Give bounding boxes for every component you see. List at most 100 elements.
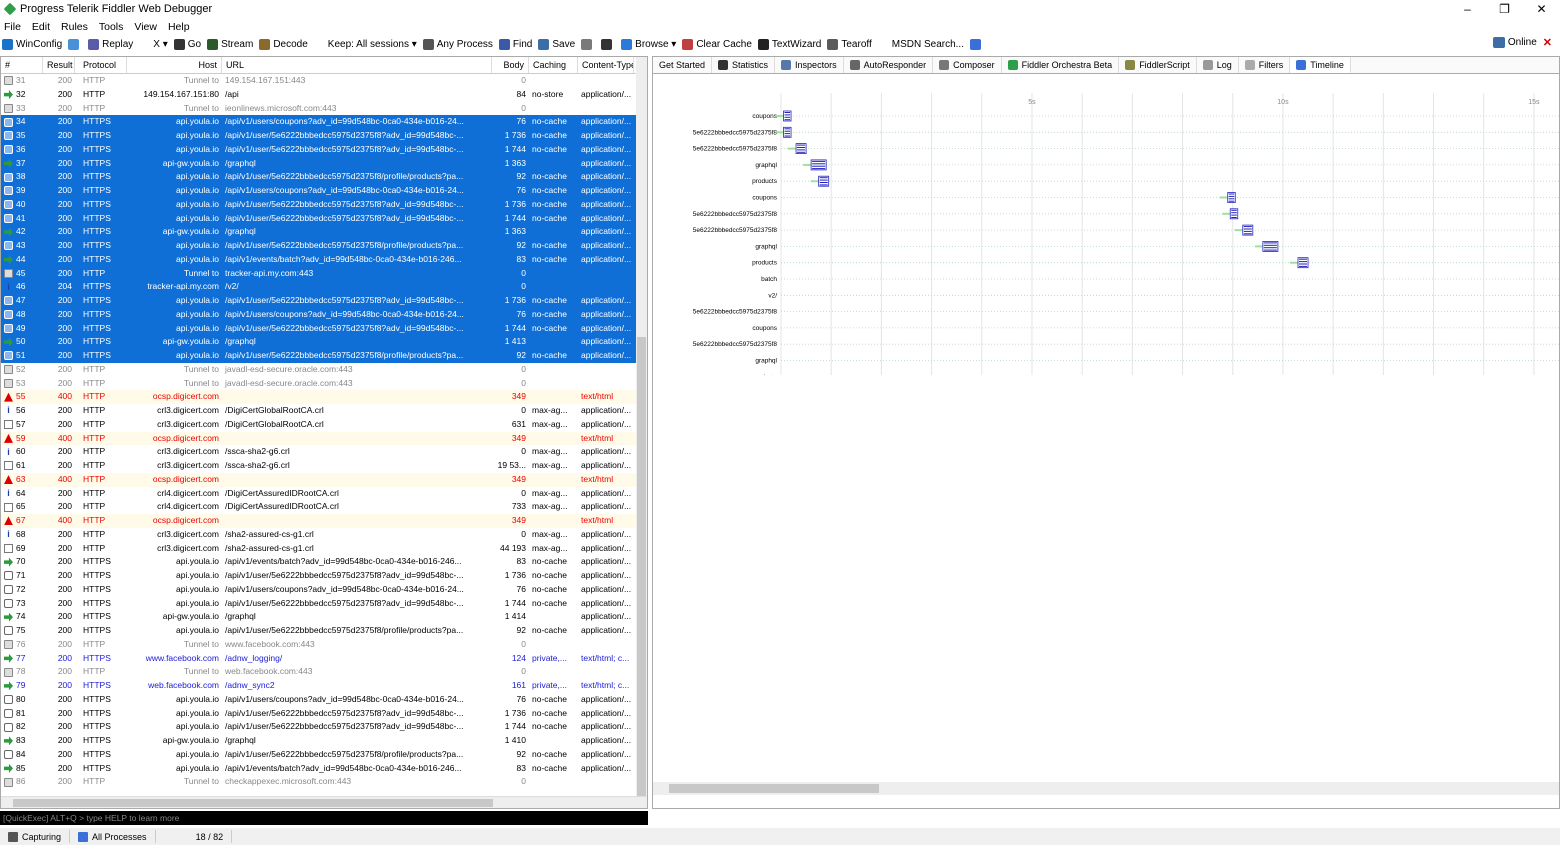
table-row[interactable]: 72 200 HTTPS api.youla.io/api/v1/users/coup… xyxy=(1,583,647,597)
table-row[interactable]: 67 400 HTTP ocsp.digicert.com 349 text/html xyxy=(1,514,647,528)
table-row[interactable]: 69 200 HTTP crl3.digicert.com/sha2-assured-… xyxy=(1,542,647,556)
table-row[interactable]: 84 200 HTTPS api.youla.io/api/v1/user/5e622… xyxy=(1,748,647,762)
timeline-horizontal-scrollbar[interactable] xyxy=(653,782,1559,795)
session-list-vertical-scrollbar[interactable] xyxy=(636,57,647,797)
toolbar-tool-button[interactable] xyxy=(601,39,615,50)
table-row[interactable]: 43 200 HTTPS api.youla.io/api/v1/user/5e622… xyxy=(1,239,647,253)
table-row[interactable]: 82 200 HTTPS api.youla.io/api/v1/user/5e622… xyxy=(1,720,647,734)
table-row[interactable]: 70 200 HTTPS api.youla.io/api/v1/events/bat… xyxy=(1,555,647,569)
table-row[interactable]: 81 200 HTTPS api.youla.io/api/v1/user/5e622… xyxy=(1,707,647,721)
table-row[interactable]: 76 200 HTTP Tunnel to www.facebook.com:443 0 xyxy=(1,638,647,652)
tab-log[interactable]: Log xyxy=(1197,57,1239,73)
minimize-button[interactable]: – xyxy=(1449,0,1486,18)
table-row[interactable]: 38 200 HTTPS api.youla.io/api/v1/user/5e622… xyxy=(1,170,647,184)
toolbar-tearoff-button[interactable]: Tearoff xyxy=(827,39,872,50)
menu-item-edit[interactable]: Edit xyxy=(32,21,50,33)
scroll-thumb[interactable] xyxy=(637,337,646,797)
column-header-protocol[interactable]: Protocol xyxy=(75,57,127,73)
table-row[interactable]: 44 200 HTTPS api.youla.io/api/v1/events/bat… xyxy=(1,252,647,267)
table-row[interactable]: 78 200 HTTP Tunnel to web.facebook.com:443 0 xyxy=(1,665,647,679)
tab-statistics[interactable]: Statistics xyxy=(712,57,776,73)
online-indicator[interactable]: Online ✕ xyxy=(1492,36,1552,49)
tab-inspectors[interactable]: Inspectors xyxy=(775,57,844,73)
menu-item-rules[interactable]: Rules xyxy=(61,21,88,33)
menu-item-file[interactable]: File xyxy=(4,21,21,33)
toolbar-go-button[interactable]: Go xyxy=(173,39,201,50)
column-header-content-type[interactable]: Content-Type xyxy=(578,57,634,73)
table-row[interactable]: 77 200 HTTPS www.facebook.com/adnw_logging/… xyxy=(1,652,647,666)
toolbar-tool-button[interactable] xyxy=(68,39,82,50)
toolbar-keep-all-sessions-button[interactable]: Keep: All sessions ▾ xyxy=(313,39,417,50)
table-row[interactable]: 34 200 HTTPS api.youla.io/api/v1/users/coup… xyxy=(1,115,647,129)
close-button[interactable]: ✕ xyxy=(1523,0,1560,18)
table-row[interactable]: 63 400 HTTP ocsp.digicert.com 349 text/html xyxy=(1,472,647,487)
tab-get-started[interactable]: Get Started xyxy=(653,57,713,73)
column-header-body[interactable]: Body xyxy=(492,57,529,73)
table-row[interactable]: 80 200 HTTPS api.youla.io/api/v1/users/coup… xyxy=(1,693,647,707)
table-row[interactable]: 53 200 HTTP Tunnel to javadl-esd-secure.orac… xyxy=(1,377,647,391)
toolbar-winconfig-button[interactable]: WinConfig xyxy=(2,39,62,50)
toolbar-tool-button[interactable] xyxy=(581,39,595,50)
table-row[interactable]: 45 200 HTTP Tunnel to tracker-api.my.com:443… xyxy=(1,266,647,281)
column-header-host[interactable]: Host xyxy=(127,57,222,73)
column-header-caching[interactable]: Caching xyxy=(529,57,578,73)
toolbar-decode-button[interactable]: Decode xyxy=(259,39,308,50)
menu-item-view[interactable]: View xyxy=(134,21,157,33)
table-row[interactable]: 59 400 HTTP ocsp.digicert.com 349 text/html xyxy=(1,431,647,446)
toolbar-any-process-button[interactable]: Any Process xyxy=(422,39,493,50)
tab-fiddlerscript[interactable]: FiddlerScript xyxy=(1119,57,1197,73)
toolbar-tool-button[interactable] xyxy=(970,39,984,50)
table-row[interactable]: 85 200 HTTPS api.youla.io/api/v1/events/bat… xyxy=(1,762,647,776)
close-icon[interactable]: ✕ xyxy=(1543,36,1552,49)
table-row[interactable]: 35 200 HTTPS api.youla.io/api/v1/user/5e622… xyxy=(1,129,647,143)
table-row[interactable]: 86 200 HTTP Tunnel to checkappexec.microsoft… xyxy=(1,775,647,789)
scroll-thumb[interactable] xyxy=(669,784,879,793)
table-row[interactable]: 48 200 HTTPS api.youla.io/api/v1/users/coup… xyxy=(1,307,647,322)
menu-item-tools[interactable]: Tools xyxy=(99,21,124,33)
tab-fiddler-orchestra-beta[interactable]: Fiddler Orchestra Beta xyxy=(1002,57,1120,73)
table-row[interactable]: 31 200 HTTP Tunnel to 149.154.167.151:443 0 xyxy=(1,74,647,88)
tab-filters[interactable]: Filters xyxy=(1239,57,1291,73)
toolbar-x-button[interactable]: X ▾ xyxy=(139,39,168,50)
menu-item-help[interactable]: Help xyxy=(168,21,190,33)
tab-autoresponder[interactable]: AutoResponder xyxy=(844,57,934,73)
table-row[interactable]: i 68 200 HTTP crl3.digicert.com/sha2-assured… xyxy=(1,528,647,542)
table-row[interactable]: 57 200 HTTP crl3.digicert.com/DigiCertGloba… xyxy=(1,418,647,432)
maximize-button[interactable]: ❐ xyxy=(1486,0,1523,18)
table-row[interactable]: 50 200 HTTPS api-gw.youla.io/graphql 1 413 ap… xyxy=(1,335,647,349)
table-row[interactable]: 42 200 HTTPS api-gw.youla.io/graphql 1 363 ap… xyxy=(1,225,647,239)
table-row[interactable]: 83 200 HTTPS api-gw.youla.io/graphql 1 410 ap… xyxy=(1,734,647,748)
toolbar-find-button[interactable]: Find xyxy=(498,39,532,50)
table-row[interactable]: 61 200 HTTP crl3.digicert.com/ssca-sha2-g6.… xyxy=(1,459,647,473)
table-row[interactable]: i 64 200 HTTP crl4.digicert.com/DigiCertAssu… xyxy=(1,487,647,501)
table-row[interactable]: 73 200 HTTPS api.youla.io/api/v1/user/5e622… xyxy=(1,597,647,611)
table-row[interactable]: 47 200 HTTPS api.youla.io/api/v1/user/5e622… xyxy=(1,294,647,308)
table-row[interactable]: 52 200 HTTP Tunnel to javadl-esd-secure.orac… xyxy=(1,363,647,377)
toolbar-clear-cache-button[interactable]: Clear Cache xyxy=(682,39,752,50)
toolbar-save-button[interactable]: Save xyxy=(538,39,575,50)
table-row[interactable]: 41 200 HTTPS api.youla.io/api/v1/user/5e622… xyxy=(1,211,647,226)
quickexec-input[interactable]: [QuickExec] ALT+Q > type HELP to learn m… xyxy=(0,811,648,825)
table-row[interactable]: 51 200 HTTPS api.youla.io/api/v1/user/5e622… xyxy=(1,349,647,363)
scroll-thumb[interactable] xyxy=(13,799,493,807)
table-row[interactable]: 39 200 HTTPS api.youla.io/api/v1/users/coup… xyxy=(1,184,647,198)
table-row[interactable]: 49 200 HTTPS api.youla.io/api/v1/user/5e622… xyxy=(1,321,647,336)
column-header-[interactable]: # xyxy=(1,57,43,73)
tab-composer[interactable]: Composer xyxy=(933,57,1002,73)
toolbar-replay-button[interactable]: Replay xyxy=(88,39,133,50)
session-list-horizontal-scrollbar[interactable] xyxy=(1,796,647,808)
column-header-url[interactable]: URL xyxy=(222,57,492,73)
table-row[interactable]: 40 200 HTTPS api.youla.io/api/v1/user/5e622… xyxy=(1,197,647,212)
toolbar-stream-button[interactable]: Stream xyxy=(207,39,253,50)
table-row[interactable]: 75 200 HTTPS api.youla.io/api/v1/user/5e622… xyxy=(1,624,647,638)
table-row[interactable]: i 46 204 HTTPS tracker-api.my.com/v2/0 xyxy=(1,280,647,294)
table-row[interactable]: 32 200 HTTP 149.154.167.151:80/api 84 no-stor… xyxy=(1,88,647,102)
tab-timeline[interactable]: Timeline xyxy=(1290,57,1351,73)
table-row[interactable]: 36 200 HTTPS api.youla.io/api/v1/user/5e622… xyxy=(1,142,647,157)
toolbar-msdn-search-button[interactable]: MSDN Search... xyxy=(877,39,964,50)
table-row[interactable]: 55 400 HTTP ocsp.digicert.com 349 text/html xyxy=(1,390,647,404)
table-row[interactable]: 74 200 HTTPS api-gw.youla.io/graphql 1 414 ap… xyxy=(1,610,647,624)
toolbar-browse-button[interactable]: Browse ▾ xyxy=(621,39,676,50)
toolbar-textwizard-button[interactable]: TextWizard xyxy=(757,39,821,50)
table-row[interactable]: 65 200 HTTP crl4.digicert.com/DigiCertAssur… xyxy=(1,500,647,514)
